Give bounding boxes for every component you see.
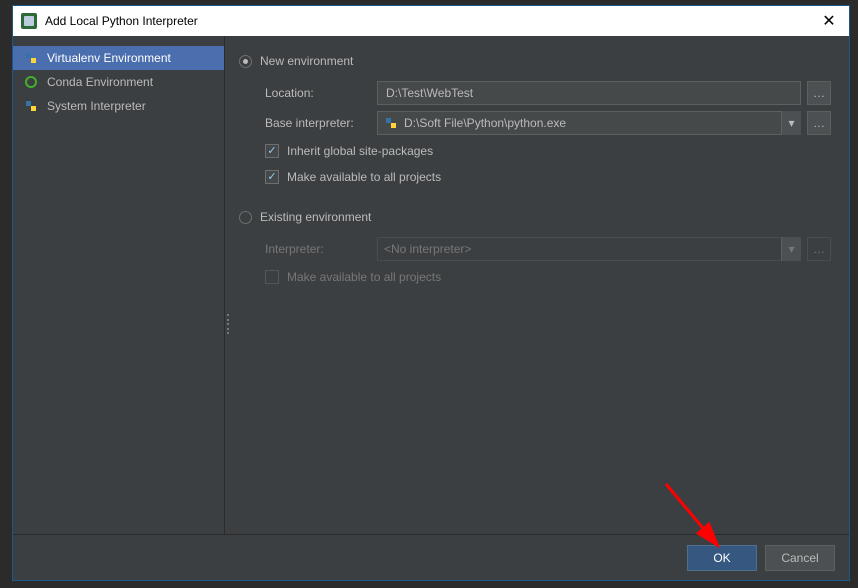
available-all-label: Make available to all projects [287, 170, 441, 184]
ok-button[interactable]: OK [687, 545, 757, 571]
new-environment-radio-row[interactable]: New environment [239, 50, 831, 72]
dialog-title: Add Local Python Interpreter [45, 14, 817, 28]
ellipsis-icon: … [813, 242, 825, 256]
virtualenv-icon [23, 50, 39, 66]
titlebar: Add Local Python Interpreter ✕ [13, 6, 849, 36]
available-all-existing-checkbox [265, 270, 279, 284]
chevron-down-icon: ▾ [788, 242, 794, 256]
base-interpreter-value: D:\Soft File\Python\python.exe [404, 116, 777, 130]
ellipsis-icon: … [813, 86, 825, 100]
interpreter-combo: <No interpreter> ▾ [377, 237, 801, 261]
cancel-button[interactable]: Cancel [765, 545, 835, 571]
sidebar-item-label: System Interpreter [47, 99, 146, 113]
interpreter-row: Interpreter: <No interpreter> ▾ … [265, 236, 831, 262]
dropdown-button[interactable]: ▾ [781, 111, 801, 135]
radio-existing-environment[interactable] [239, 211, 252, 224]
available-all-existing-row: Make available to all projects [265, 266, 831, 288]
conda-icon [23, 74, 39, 90]
base-interpreter-combo[interactable]: D:\Soft File\Python\python.exe ▾ [377, 111, 801, 135]
sidebar-item-system[interactable]: System Interpreter [13, 94, 224, 118]
inherit-checkbox[interactable] [265, 144, 279, 158]
pycharm-icon [21, 13, 37, 29]
interpreter-browse-button: … [807, 237, 831, 261]
location-value: D:\Test\WebTest [386, 86, 473, 100]
available-all-existing-label: Make available to all projects [287, 270, 441, 284]
base-interpreter-row: Base interpreter: D:\Soft File\Python\py… [265, 110, 831, 136]
existing-environment-label: Existing environment [260, 210, 371, 224]
radio-new-environment[interactable] [239, 55, 252, 68]
inherit-checkbox-row[interactable]: Inherit global site-packages [265, 140, 831, 162]
sidebar-item-label: Virtualenv Environment [47, 51, 171, 65]
ok-label: OK [713, 551, 730, 565]
close-button[interactable]: ✕ [817, 11, 841, 31]
base-interpreter-label: Base interpreter: [265, 116, 377, 130]
sidebar-item-label: Conda Environment [47, 75, 153, 89]
location-row: Location: D:\Test\WebTest … [265, 80, 831, 106]
dialog: Add Local Python Interpreter ✕ Virtualen… [12, 5, 850, 581]
available-all-checkbox-row[interactable]: Make available to all projects [265, 166, 831, 188]
interpreter-value: <No interpreter> [384, 242, 777, 256]
resize-handle-icon[interactable] [225, 314, 231, 334]
python-icon [384, 116, 398, 130]
available-all-checkbox[interactable] [265, 170, 279, 184]
cancel-label: Cancel [781, 551, 818, 565]
sidebar-item-conda[interactable]: Conda Environment [13, 70, 224, 94]
location-browse-button[interactable]: … [807, 81, 831, 105]
dropdown-button: ▾ [781, 237, 801, 261]
inherit-label: Inherit global site-packages [287, 144, 433, 158]
main-panel: New environment Location: D:\Test\WebTes… [225, 36, 849, 534]
ellipsis-icon: … [813, 116, 825, 130]
interpreter-label: Interpreter: [265, 242, 377, 256]
location-input[interactable]: D:\Test\WebTest [377, 81, 801, 105]
dialog-body: Virtualenv Environment Conda Environment… [13, 36, 849, 534]
dialog-footer: OK Cancel [13, 534, 849, 580]
python-icon [23, 98, 39, 114]
new-environment-label: New environment [260, 54, 353, 68]
sidebar: Virtualenv Environment Conda Environment… [13, 36, 225, 534]
existing-environment-radio-row[interactable]: Existing environment [239, 206, 831, 228]
base-interpreter-browse-button[interactable]: … [807, 111, 831, 135]
sidebar-item-virtualenv[interactable]: Virtualenv Environment [13, 46, 224, 70]
chevron-down-icon: ▾ [788, 116, 794, 130]
location-label: Location: [265, 86, 377, 100]
